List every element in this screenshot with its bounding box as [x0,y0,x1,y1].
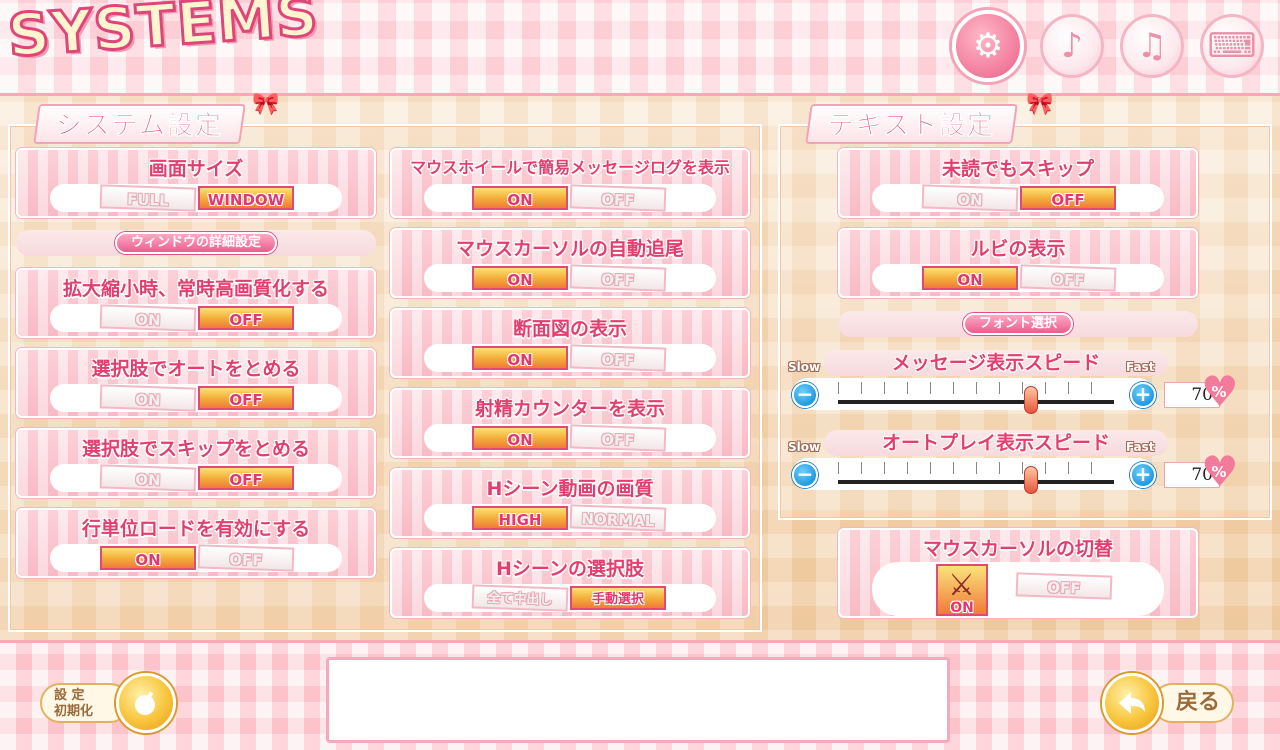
h-choice-all-option[interactable]: 全て中出し [471,584,569,612]
setting-cross-section: 断面図の表示 ON OFF [390,308,750,378]
setting-stop-skip-on-choice: 選択肢でスキップをとめる ON OFF [16,428,376,498]
h-choice-manual-option[interactable]: 手動選択 [570,586,666,610]
ruby-on-option[interactable]: ON [922,266,1018,290]
auto-speed-track[interactable] [838,480,1114,484]
reset-defaults-button[interactable]: 設 定 初期化 [40,673,176,733]
setting-h-choice: Hシーンの選択肢 全て中出し 手動選択 [390,548,750,618]
tab-keyboard[interactable]: ⌨ [1200,14,1264,78]
setting-video-quality: Hシーン動画の画質 HIGH NORMAL [390,468,750,538]
setting-cursor-switch: マウスカーソルの切替 ⚔ ON OFF [838,528,1198,618]
window-detail-subhead: ウィンドウの詳細設定 [16,230,376,256]
setting-skip-unread: 未読でもスキップ ON OFF [838,148,1198,218]
auto-speed-thumb[interactable] [1024,466,1039,494]
gear-icon: ⚙ [972,26,1004,66]
stop-auto-off-option[interactable]: OFF [198,386,294,410]
hq-scale-on-option[interactable]: ON [99,304,197,332]
video-quality-normal-option[interactable]: NORMAL [569,504,667,532]
font-select-subhead: フォント選択 [838,311,1198,337]
skip-unread-off-option[interactable]: OFF [1020,186,1116,210]
setting-stop-auto-on-choice: 選択肢でオートをとめる ON OFF [16,348,376,418]
music-note-icon: ♪ [1061,26,1083,66]
cursor-off-option[interactable]: OFF [1015,572,1113,600]
sword-cursor-icon: ⚔ [948,568,975,603]
message-speed-decrease-button[interactable]: − [792,382,818,408]
auto-speed-increase-button[interactable]: + [1130,462,1156,488]
cursor-follow-off-option[interactable]: OFF [569,264,667,292]
ribbon-bow-icon: 🎀 [1026,92,1054,117]
setting-cursor-follow: マウスカーソルの自動追尾 ON OFF [390,228,750,298]
tab-system-settings[interactable]: ⚙ [952,10,1024,82]
window-detail-button[interactable]: ウィンドウの詳細設定 [114,232,278,254]
setting-wheel-log: マウスホイールで簡易メッセージログを表示 ON OFF [390,148,750,218]
skip-unread-on-option[interactable]: ON [921,184,1019,212]
stop-auto-on-option[interactable]: ON [99,384,197,412]
wheel-log-off-option[interactable]: OFF [569,184,667,212]
setting-counter: 射精カウンターを表示 ON OFF [390,388,750,458]
cursor-on-option[interactable]: ⚔ ON [936,564,988,616]
hq-scale-off-option[interactable]: OFF [198,306,294,330]
setting-screen-size: 画面サイズ FULL WINDOW [16,148,376,218]
screen-size-window-option[interactable]: WINDOW [198,186,294,210]
text-settings-label: テキスト設定 [805,104,1019,144]
setting-ruby: ルビの表示 ON OFF [838,228,1198,298]
line-load-off-option[interactable]: OFF [197,544,295,572]
tab-sound[interactable]: ♪ [1040,14,1104,78]
font-select-button[interactable]: フォント選択 [962,313,1074,335]
tab-voice[interactable]: ♫ [1120,14,1184,78]
wheel-log-on-option[interactable]: ON [472,186,568,210]
message-box [326,657,950,743]
cross-section-off-option[interactable]: OFF [569,344,667,372]
counter-on-option[interactable]: ON [472,426,568,450]
setting-hq-scale: 拡大縮小時、常時高画質化する ON OFF [16,268,376,338]
screen-size-full-option[interactable]: FULL [99,184,197,212]
cursor-follow-on-option[interactable]: ON [472,266,568,290]
footer-bar: 設 定 初期化 戻る [0,640,1280,750]
message-speed-slider: メッセージ表示スピード Slow Fast − + 70 ♥ % [788,350,1239,416]
system-settings-label: システム設定 [33,104,247,144]
ribbon-bow-icon: 🎀 [252,92,280,117]
auto-speed-decrease-button[interactable]: − [792,462,818,488]
ruby-off-option[interactable]: OFF [1019,264,1117,292]
message-speed-thumb[interactable] [1024,386,1039,414]
message-speed-track[interactable] [838,400,1114,404]
video-quality-high-option[interactable]: HIGH [472,506,568,530]
cross-section-on-option[interactable]: ON [472,346,568,370]
counter-off-option[interactable]: OFF [569,424,667,452]
music-notes-icon: ♫ [1136,26,1168,66]
bomb-icon [116,673,176,733]
keyboard-icon: ⌨ [1207,26,1257,66]
back-arrow-icon [1102,673,1162,733]
stop-skip-off-option[interactable]: OFF [198,466,294,490]
stop-skip-on-option[interactable]: ON [99,464,197,492]
page-title: SYSTEMS [4,0,322,71]
auto-speed-slider: オートプレイ表示スピード Slow Fast − + 70 ♥ % [788,430,1239,496]
message-speed-increase-button[interactable]: + [1130,382,1156,408]
line-load-on-option[interactable]: ON [100,546,196,570]
back-button[interactable]: 戻る [1102,673,1236,733]
setting-line-load: 行単位ロードを有効にする ON OFF [16,508,376,578]
header-bar: SYSTEMS ⚙ ♪ ♫ ⌨ [0,0,1280,96]
